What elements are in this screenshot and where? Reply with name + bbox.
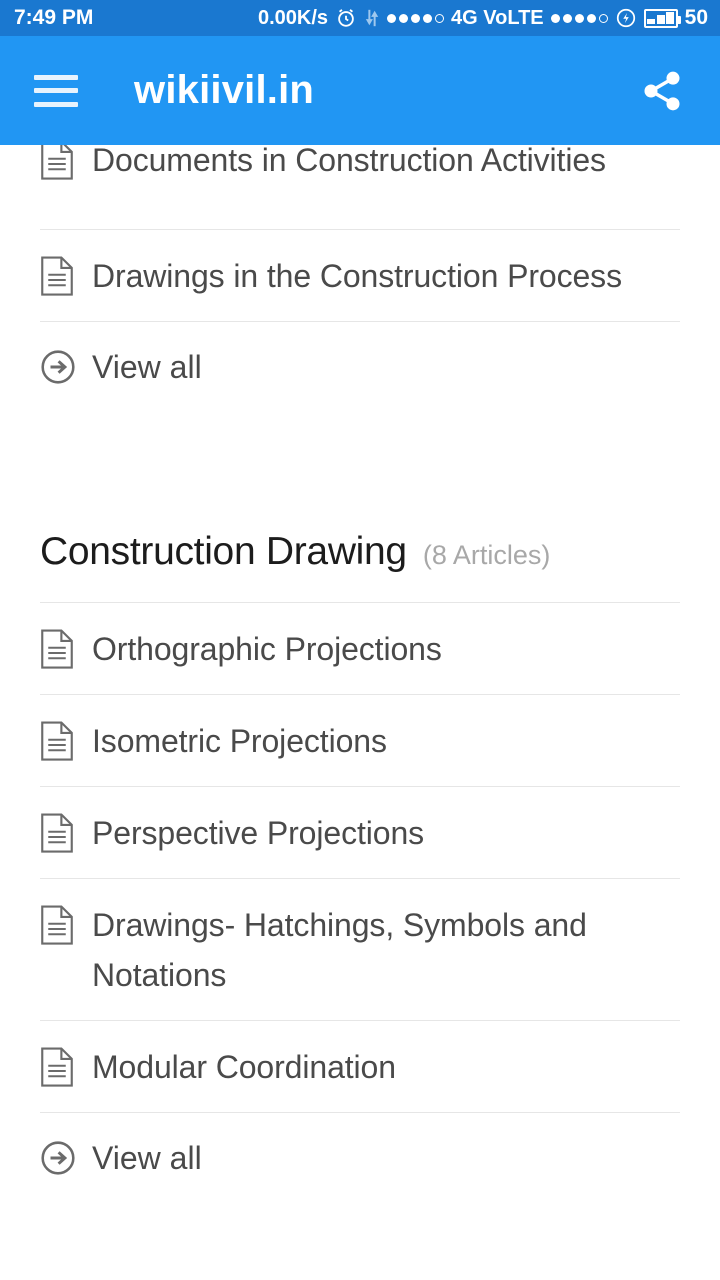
- list-item[interactable]: Documents in Construction Activities: [0, 145, 720, 229]
- list-item[interactable]: Perspective Projections: [0, 787, 720, 878]
- list-item[interactable]: Isometric Projections: [0, 695, 720, 786]
- document-icon: [40, 145, 74, 185]
- section-article-count: (8 Articles): [422, 540, 551, 570]
- document-icon: [40, 721, 74, 766]
- section-header-construction-drawing: Construction Drawing (8 Articles): [0, 530, 720, 574]
- list-item-label: Drawings in the Construction Process: [92, 258, 622, 294]
- battery-icon: [643, 8, 681, 28]
- view-all-button[interactable]: View all: [0, 1113, 720, 1203]
- app-title: wikiivil.in: [134, 68, 315, 112]
- list-item-label: Drawings- Hatchings, Symbols and Notatio…: [92, 907, 587, 993]
- battery-level-label: 50: [684, 6, 708, 29]
- sim2-signal-dots: [550, 13, 608, 23]
- app-bar: wikiivil.in: [0, 36, 720, 145]
- circle-arrow-right-icon: [40, 1140, 75, 1181]
- status-bar-clock: 7:49 PM: [14, 6, 94, 29]
- status-bar: 7:49 PM 0.00K/s 4G VoLTE 50: [0, 0, 720, 36]
- list-item-label: Perspective Projections: [92, 815, 425, 851]
- list-item-label: Orthographic Projections: [92, 631, 442, 667]
- network-speed-label: 0.00K/s: [257, 6, 329, 29]
- status-bar-indicators: 0.00K/s 4G VoLTE 50: [258, 0, 708, 36]
- list-item-label: Modular Coordination: [92, 1049, 396, 1085]
- hamburger-menu-icon[interactable]: [34, 74, 78, 107]
- list-item[interactable]: Orthographic Projections: [0, 603, 720, 694]
- document-icon: [40, 629, 74, 674]
- list-item[interactable]: Drawings- Hatchings, Symbols and Notatio…: [0, 879, 720, 1020]
- circle-arrow-right-icon: [40, 349, 75, 390]
- list-item[interactable]: Modular Coordination: [0, 1021, 720, 1112]
- document-icon: [40, 256, 74, 301]
- charging-bolt-icon: [615, 7, 637, 29]
- document-icon: [40, 813, 74, 858]
- network-type-label: 4G VoLTE: [451, 6, 544, 29]
- view-all-label: View all: [92, 349, 202, 385]
- list-item-label: Documents in Construction Activities: [92, 145, 606, 178]
- list-item-label: Isometric Projections: [92, 723, 387, 759]
- section-title: Construction Drawing: [40, 530, 407, 573]
- document-icon: [40, 1047, 74, 1092]
- view-all-label: View all: [92, 1140, 202, 1176]
- share-icon[interactable]: [638, 67, 686, 115]
- sim1-signal-dots: [387, 13, 445, 23]
- data-sync-icon: [364, 8, 380, 28]
- document-icon: [40, 905, 74, 950]
- list-item[interactable]: Drawings in the Construction Process: [0, 230, 720, 321]
- view-all-button[interactable]: View all: [0, 322, 720, 412]
- category-list: Documents in Construction Activities Dra…: [0, 145, 720, 1280]
- alarm-clock-icon: [335, 7, 357, 29]
